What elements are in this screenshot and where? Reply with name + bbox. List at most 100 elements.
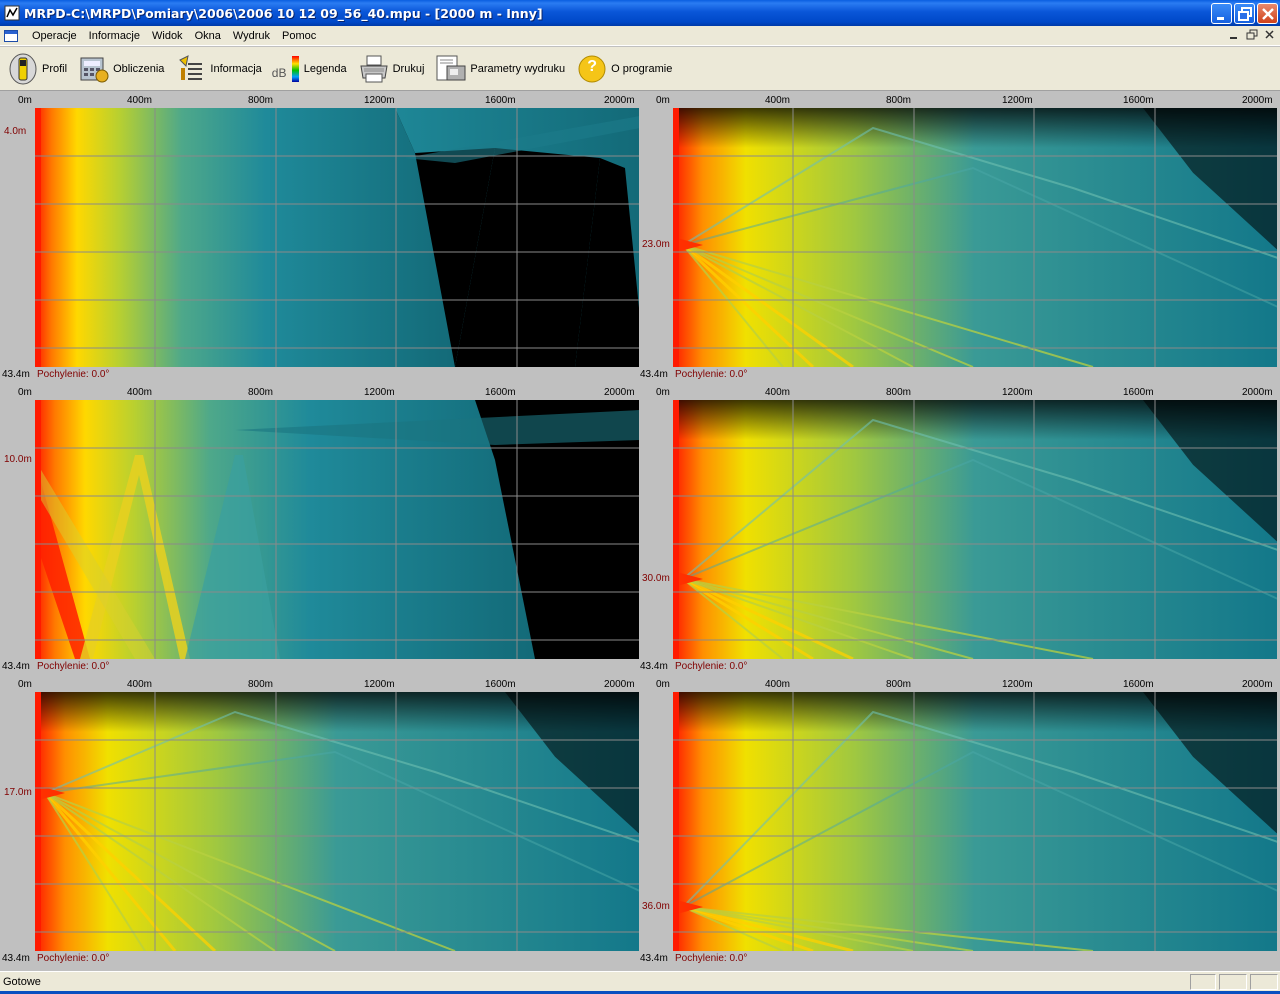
x-tick-label: 1200m [364, 679, 395, 690]
menu-informacje[interactable]: Informacje [83, 27, 146, 45]
profile-icon [6, 52, 40, 86]
x-tick-label: 400m [127, 387, 153, 398]
toolbar-label: Informacja [210, 62, 262, 75]
status-text: Gotowe [3, 975, 41, 988]
help-icon: ? [575, 52, 609, 86]
toolbar-label: Legenda [303, 62, 347, 75]
source-depth-label: 36.0m [642, 901, 670, 912]
informacja-button[interactable]: Informacja [170, 49, 265, 89]
toolbar-label: Parametry wydruku [470, 62, 566, 75]
close-button[interactable] [1257, 3, 1278, 24]
toolbar-label: O programie [611, 62, 673, 75]
info-list-icon [174, 52, 208, 86]
x-tick-label: 2000m [604, 387, 635, 398]
x-tick-label: 1200m [1002, 679, 1033, 690]
parametry-wydruku-button[interactable]: Parametry wydruku [430, 49, 569, 89]
x-tick-label: 1200m [1002, 95, 1033, 106]
propagation-panel[interactable]: 0m 400m 800m 1200m 1600m 2000m 4.0m 43.4m Pochyl… [0, 92, 639, 380]
x-tick-label: 400m [765, 679, 791, 690]
x-tick-label: 800m [248, 679, 274, 690]
max-depth-label: 43.4m [2, 953, 30, 964]
x-tick-label: 400m [127, 679, 153, 690]
propagation-field[interactable] [35, 108, 639, 367]
propagation-panel[interactable]: 0m 400m 800m 1200m 1600m 2000m 36.0m 43.4m Pochy… [638, 676, 1277, 964]
menu-widok[interactable]: Widok [146, 27, 189, 45]
x-tick-label: 2000m [1242, 95, 1273, 106]
x-tick-label: 2000m [604, 679, 635, 690]
menu-label: Operacje [32, 29, 77, 42]
propagation-panel[interactable]: 0m 400m 800m 1200m 1600m 2000m 23.0m 43.4m Pochy… [638, 92, 1277, 380]
profil-button[interactable]: Profil [2, 49, 71, 89]
propagation-panel[interactable]: 0m 400m 800m 1200m 1600m 2000m 17.0m 43.4m Pochy… [0, 676, 640, 964]
x-tick-label: 800m [886, 679, 912, 690]
x-tick-label: 800m [248, 95, 274, 106]
x-tick-label: 2000m [1242, 387, 1273, 398]
max-depth-label: 43.4m [2, 661, 30, 672]
minimize-button[interactable] [1211, 3, 1232, 24]
x-axis: 0m 400m 800m 1200m 1600m 2000m [0, 676, 640, 692]
plots-area: 0m 400m 800m 1200m 1600m 2000m 4.0m 43.4m Pochyl… [0, 92, 1280, 968]
x-tick-label: 400m [765, 387, 791, 398]
x-tick-label: 1200m [1002, 387, 1033, 398]
x-tick-label: 0m [656, 95, 670, 106]
tilt-label: Pochylenie: 0.0° [37, 661, 110, 672]
propagation-field[interactable] [673, 108, 1277, 367]
document-icon[interactable] [4, 29, 18, 42]
o-programie-button[interactable]: ? O programie [571, 49, 676, 89]
x-tick-label: 800m [886, 95, 912, 106]
x-tick-label: 0m [656, 679, 670, 690]
tilt-label: Pochylenie: 0.0° [675, 661, 748, 672]
window-title: MRPD-C:\MRPD\Pomiary\2006\2006 10 12 09_… [24, 5, 543, 21]
tilt-label: Pochylenie: 0.0° [37, 953, 110, 964]
menu-okna[interactable]: Okna [189, 27, 227, 45]
propagation-field[interactable] [673, 400, 1277, 659]
x-tick-label: 0m [18, 679, 32, 690]
x-tick-label: 2000m [1242, 679, 1273, 690]
menu-label: Wydruk [232, 29, 271, 42]
max-depth-label: 43.4m [640, 369, 668, 380]
menu-pomoc[interactable]: Pomoc [276, 27, 322, 45]
x-tick-label: 800m [248, 387, 274, 398]
mdi-minimize-button[interactable] [1226, 28, 1242, 42]
x-tick-label: 1200m [364, 387, 395, 398]
legend-icon-text: dB [271, 65, 287, 80]
mdi-close-button[interactable] [1262, 28, 1278, 42]
status-bar: Gotowe [0, 971, 1280, 991]
x-tick-label: 0m [18, 387, 32, 398]
x-axis: 0m 400m 800m 1200m 1600m 2000m [0, 384, 640, 400]
source-depth-label: 4.0m [4, 126, 27, 137]
printer-icon [357, 52, 391, 86]
title-bar: MRPD-C:\MRPD\Pomiary\2006\2006 10 12 09_… [0, 0, 1280, 26]
x-tick-label: 1600m [485, 95, 516, 106]
tilt-label: Pochylenie: 0.0° [675, 953, 748, 964]
x-tick-label: 400m [127, 95, 153, 106]
menu-label: Pomoc [282, 29, 317, 42]
calculator-icon [77, 52, 111, 86]
toolbar-label: Obliczenia [113, 62, 165, 75]
obliczenia-button[interactable]: Obliczenia [73, 49, 168, 89]
menu-operacje[interactable]: Operacje [26, 27, 83, 45]
propagation-panel[interactable]: 0m 400m 800m 1200m 1600m 2000m 10.0m 43.4m Pochy… [0, 384, 640, 672]
x-tick-label: 1600m [1123, 95, 1154, 106]
legenda-button[interactable]: dB Legenda [268, 49, 351, 89]
menu-wydruk[interactable]: Wydruk [227, 27, 276, 45]
menu-label: Widok [152, 29, 183, 42]
propagation-field[interactable] [673, 692, 1277, 951]
status-pane [1250, 974, 1278, 990]
max-depth-label: 43.4m [2, 369, 30, 380]
restore-button[interactable] [1234, 3, 1255, 24]
propagation-field[interactable] [35, 692, 639, 951]
menu-label: Okna [194, 29, 221, 42]
x-tick-label: 0m [656, 387, 670, 398]
mdi-restore-button[interactable] [1244, 28, 1260, 42]
propagation-panel[interactable]: 0m 400m 800m 1200m 1600m 2000m 30.0m 43.4m Pochy… [638, 384, 1277, 672]
menu-bar: Operacje Informacje Widok Okna Wydruk Po… [0, 26, 1280, 46]
source-depth-label: 17.0m [4, 787, 32, 798]
x-tick-label: 0m [18, 95, 32, 106]
source-depth-label: 10.0m [4, 454, 32, 465]
x-tick-label: 1600m [1123, 387, 1154, 398]
drukuj-button[interactable]: Drukuj [353, 49, 429, 89]
propagation-field[interactable] [35, 400, 639, 659]
legend-icon: dB [272, 52, 302, 86]
source-depth-label: 30.0m [642, 573, 670, 584]
